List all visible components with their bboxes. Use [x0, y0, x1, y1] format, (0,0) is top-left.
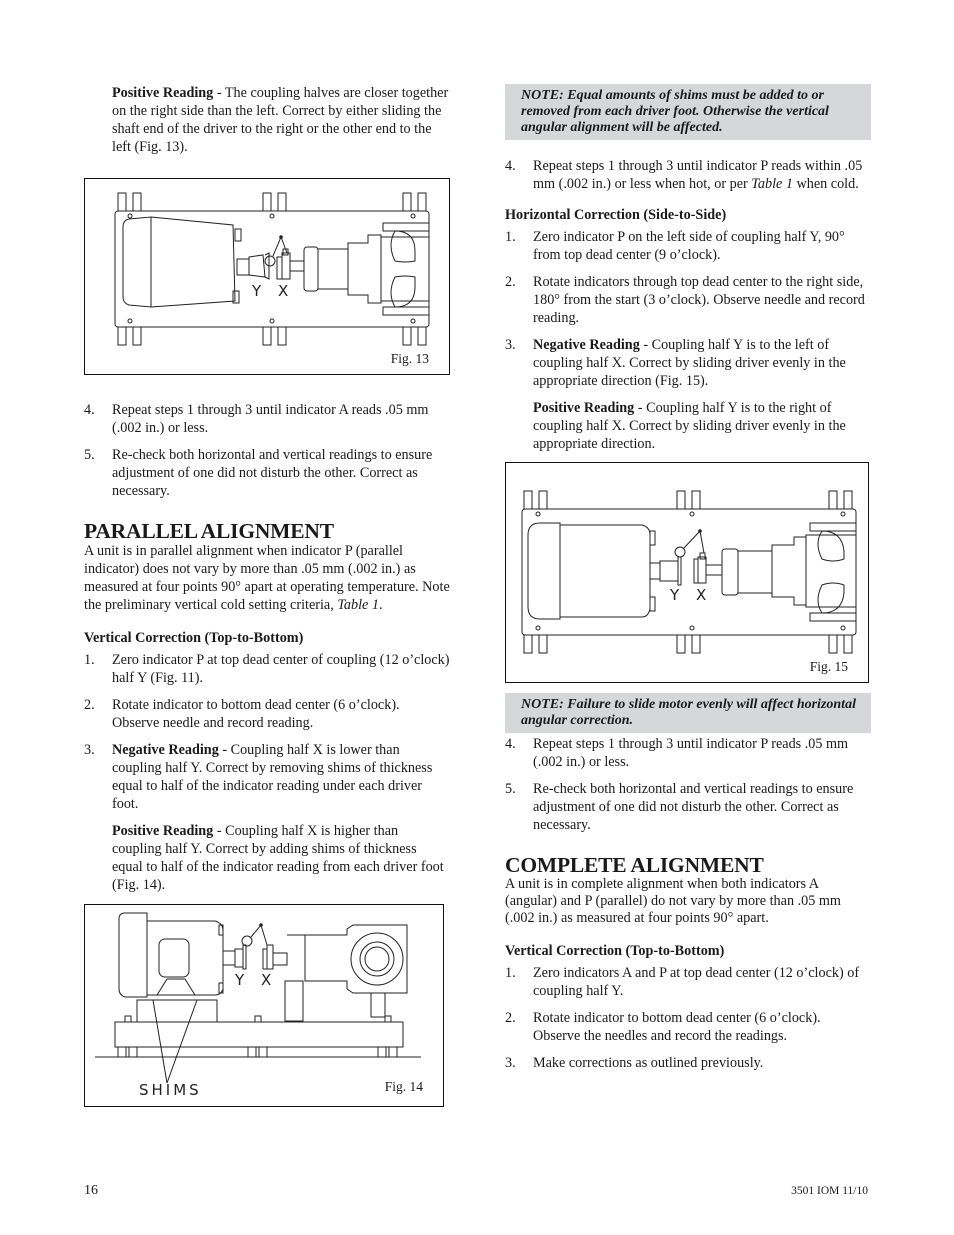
- list-item: 1. Zero indicators A and P at top dead ce…: [505, 965, 860, 999]
- list-item: 5. Re-check both horizontal and vertical …: [505, 781, 854, 833]
- base-feet: [117, 192, 427, 346]
- subheading-vertical-correction: Vertical Correction (Top-to-Bottom): [505, 943, 725, 959]
- figure-caption: Fig. 13: [390, 351, 429, 366]
- baseplate: [114, 210, 430, 328]
- baseplate: [114, 1021, 404, 1048]
- left-column: Positive Reading - The coupling halves a…: [84, 84, 450, 1107]
- complete-steps-list: 1. Zero indicators A and P at top dead ce…: [505, 964, 871, 1072]
- figure-caption: Fig. 15: [809, 659, 848, 674]
- list-item: 1. Zero indicator P at top dead center of…: [84, 652, 450, 686]
- dial-indicator-icon: [241, 935, 253, 947]
- label-y: Y: [251, 282, 262, 300]
- positive-reading-paragraph: Positive Reading - The coupling halves a…: [112, 85, 449, 155]
- coupling-half-y: [222, 944, 247, 970]
- pump-top-view-diagram: Y X: [114, 192, 430, 346]
- motor: [122, 216, 242, 308]
- parallel-steps-list: 1. Zero indicator P at top dead center of…: [84, 651, 450, 894]
- motor: [118, 912, 224, 1023]
- shims-label: SHIMS: [139, 1081, 202, 1099]
- figure-14: Y X SHIMS Fig. 14: [84, 904, 444, 1107]
- pump: [303, 222, 430, 316]
- label-y: Y: [669, 586, 680, 604]
- pump: [284, 924, 408, 1022]
- pump-top-view-diagram: Y X: [521, 490, 857, 654]
- list-item: 4. Repeat steps 1 through 3 until indicat…: [505, 736, 849, 770]
- label-x: X: [261, 971, 271, 989]
- list-item: 1. Zero indicator P on the left side of c…: [505, 229, 845, 263]
- list-item: 3. Negative Reading - Coupling half Y is …: [505, 337, 846, 389]
- list-item: 3. Negative Reading - Coupling half X is …: [84, 742, 433, 812]
- angular-steps-list: 4. Repeat steps 1 through 3 until indicat…: [84, 401, 450, 500]
- coupling-half-x: [262, 944, 288, 970]
- document-code: 3501 IOM 11/10: [791, 1185, 868, 1197]
- pump: [721, 522, 857, 622]
- coupling-half-y: [659, 556, 682, 586]
- list-item-continuation: Positive Reading - Coupling half Y is to…: [533, 400, 846, 452]
- section-heading-complete-alignment: COMPLETE ALIGNMENT: [505, 853, 764, 877]
- list-item: 2. Rotate indicator to bottom dead center…: [84, 697, 400, 731]
- label-x: X: [278, 282, 288, 300]
- coupling-half-y: [236, 252, 270, 280]
- base-feet: [523, 490, 853, 654]
- note-shims: NOTE: Equal amounts of shims must be add…: [505, 84, 871, 140]
- positive-reading-label: Positive Reading: [112, 85, 214, 101]
- coupling-half-x: [276, 248, 305, 280]
- final-steps-list: 4. Repeat steps 1 through 3 until indicat…: [505, 735, 871, 834]
- label-y: Y: [234, 971, 245, 989]
- pump-side-view-diagram: Y X SHIMS: [95, 912, 421, 1099]
- list-item: 3. Make corrections as outlined previousl…: [505, 1055, 764, 1071]
- parallel-intro: A unit is in parallel alignment when ind…: [84, 543, 450, 613]
- dial-indicator-icon: [674, 546, 686, 558]
- label-x: X: [696, 586, 706, 604]
- coupling-half-x: [693, 552, 723, 584]
- list-item: 5. Re-check both horizontal and vertical …: [84, 447, 433, 499]
- subheading-vertical-correction: Vertical Correction (Top-to-Bottom): [84, 630, 304, 646]
- figure-13: Y X Fig. 13: [84, 178, 450, 375]
- list-item-continuation: Positive Reading - Coupling half X is hi…: [112, 823, 444, 893]
- page-number: 16: [84, 1183, 98, 1198]
- complete-intro: A unit is in complete alignment when bot…: [505, 876, 841, 926]
- note-motor: NOTE: Failure to slide motor evenly will…: [505, 693, 871, 733]
- list-item: 2. Rotate indicator to bottom dead center…: [505, 1010, 821, 1044]
- list-item: 2. Rotate indicators through top dead cen…: [505, 274, 865, 326]
- motor: [527, 522, 661, 620]
- subheading-horizontal-correction: Horizontal Correction (Side-to-Side): [505, 207, 727, 223]
- list-item: 4. Repeat steps 1 through 3 until indicat…: [505, 158, 863, 192]
- right-column: NOTE: Equal amounts of shims must be add…: [505, 84, 871, 1081]
- horizontal-steps-list: 1. Zero indicator P on the left side of c…: [505, 228, 871, 453]
- section-heading-parallel-alignment: PARALLEL ALIGNMENT: [84, 519, 334, 543]
- dial-indicator-icon: [264, 255, 276, 267]
- figure-caption: Fig. 14: [384, 1079, 423, 1094]
- list-item: 4. Repeat steps 1 through 3 until indicat…: [84, 402, 429, 436]
- figure-15: Y X Fig. 15: [505, 462, 869, 683]
